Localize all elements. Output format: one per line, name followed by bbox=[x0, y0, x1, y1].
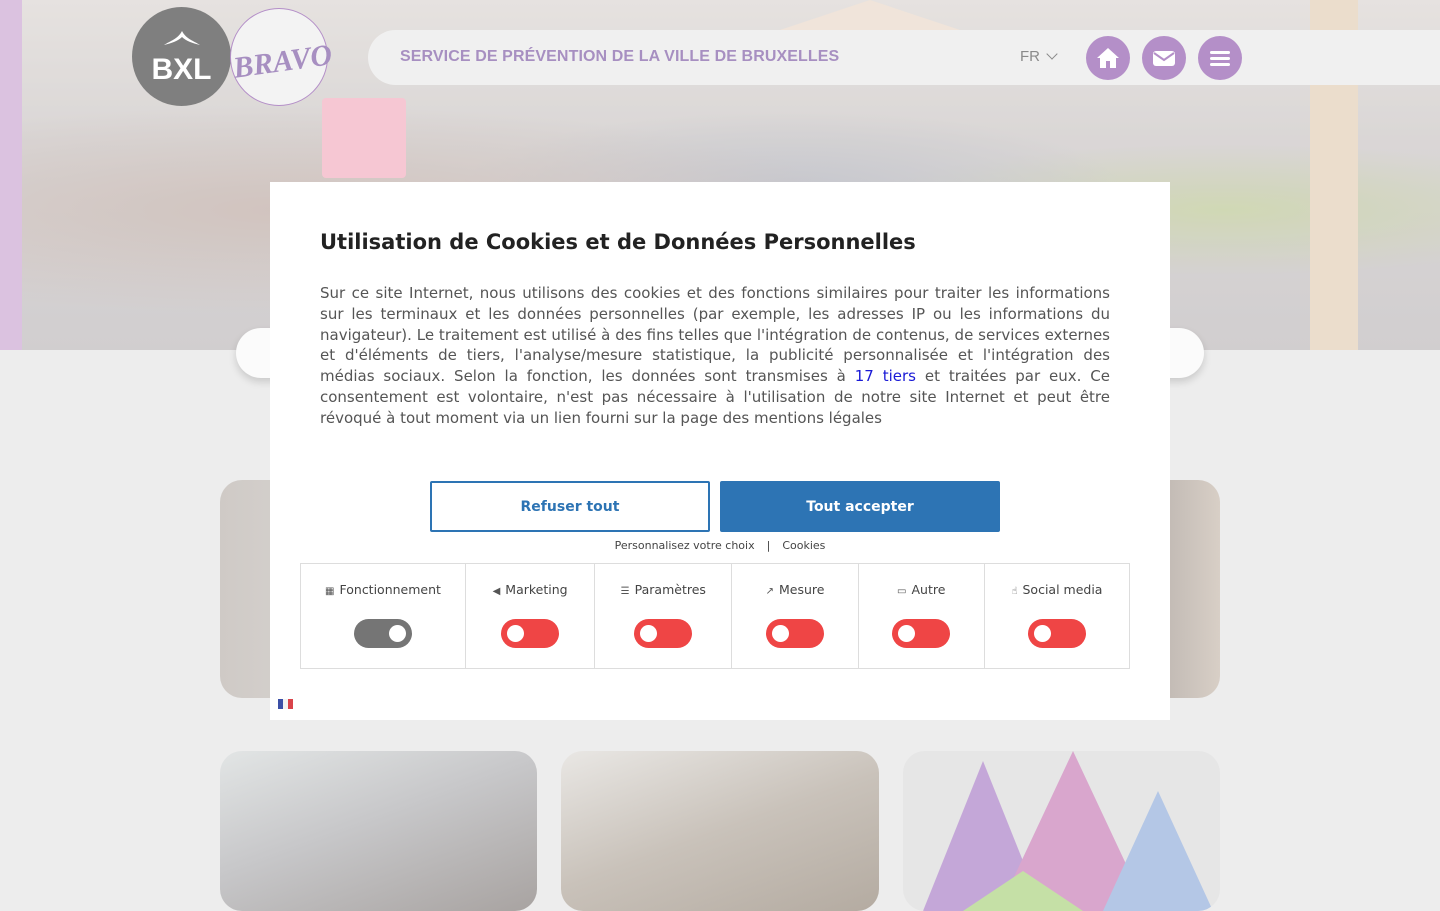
site-title: SERVICE DE PRÉVENTION DE LA VILLE DE BRU… bbox=[400, 48, 840, 65]
third-parties-link[interactable]: 17 tiers bbox=[855, 367, 916, 385]
card-shape bbox=[963, 871, 1083, 911]
modal-title: Utilisation de Cookies et de Données Per… bbox=[320, 230, 916, 254]
category-label: Marketing bbox=[505, 582, 568, 597]
toggle-knob bbox=[898, 625, 916, 642]
modal-links: Personnalisez votre choix | Cookies bbox=[270, 539, 1170, 552]
toggle-knob bbox=[1033, 625, 1051, 642]
cookies-link[interactable]: Cookies bbox=[782, 539, 825, 552]
toggle-fonctionnement[interactable] bbox=[354, 619, 412, 648]
cookie-consent-modal: Utilisation de Cookies et de Données Per… bbox=[270, 182, 1170, 720]
toggle-parametres[interactable] bbox=[634, 619, 693, 648]
category-label: Mesure bbox=[778, 582, 825, 597]
category-marketing: ◀ Marketing bbox=[466, 564, 596, 668]
toggle-autre[interactable] bbox=[892, 619, 951, 648]
bird-icon bbox=[164, 31, 200, 45]
category-social-media: ☝ Social media bbox=[985, 564, 1129, 668]
bravo-logo-text: BRAVO bbox=[231, 38, 335, 85]
modal-description: Sur ce site Internet, nous utilisons des… bbox=[320, 283, 1110, 429]
bravo-logo[interactable]: BRAVO bbox=[230, 8, 334, 106]
fr-flag-icon[interactable] bbox=[278, 699, 293, 709]
bxl-logo-text: BXL bbox=[151, 53, 212, 86]
category-parametres: ☰ Paramètres bbox=[595, 564, 733, 668]
toggle-mesure[interactable] bbox=[766, 619, 824, 648]
grid-icon: ▦ bbox=[325, 586, 335, 597]
thumbs-up-icon: ☝ bbox=[1011, 586, 1018, 597]
menu-button[interactable] bbox=[1198, 36, 1242, 80]
content-card[interactable] bbox=[220, 751, 537, 911]
home-button[interactable] bbox=[1086, 36, 1130, 80]
refuse-all-button[interactable]: Refuser tout bbox=[430, 481, 710, 532]
home-icon bbox=[1097, 48, 1119, 68]
chevron-down-icon bbox=[1046, 48, 1058, 60]
cookie-categories: ▦ Fonctionnement ◀ Marketing ☰ Paramètres ↗… bbox=[300, 563, 1130, 669]
toggle-knob bbox=[507, 625, 525, 642]
language-label: FR bbox=[1020, 48, 1040, 65]
toggle-knob bbox=[772, 625, 789, 642]
customize-link[interactable]: Personnalisez votre choix bbox=[615, 539, 755, 552]
card-shape bbox=[1103, 791, 1213, 911]
accept-all-button[interactable]: Tout accepter bbox=[720, 481, 1000, 532]
mail-button[interactable] bbox=[1142, 36, 1186, 80]
megaphone-icon: ◀ bbox=[492, 586, 501, 597]
content-card[interactable] bbox=[561, 751, 879, 911]
category-label: Paramètres bbox=[634, 582, 706, 597]
category-label: Autre bbox=[911, 582, 946, 597]
link-separator: | bbox=[766, 539, 771, 552]
category-fonctionnement: ▦ Fonctionnement bbox=[301, 564, 466, 668]
category-autre: ▭ Autre bbox=[859, 564, 985, 668]
bxl-logo[interactable]: BXL bbox=[132, 7, 231, 106]
category-label: Fonctionnement bbox=[339, 582, 441, 597]
toggle-social-media[interactable] bbox=[1027, 619, 1086, 648]
top-bar: SERVICE DE PRÉVENTION DE LA VILLE DE BRU… bbox=[368, 30, 1440, 85]
chart-icon: ↗ bbox=[765, 586, 774, 597]
chat-icon: ▭ bbox=[897, 586, 907, 597]
menu-icon bbox=[1210, 51, 1230, 66]
toggle-knob bbox=[389, 625, 406, 642]
sliders-icon: ☰ bbox=[620, 586, 630, 597]
category-label: Social media bbox=[1022, 582, 1103, 597]
category-mesure: ↗ Mesure bbox=[732, 564, 859, 668]
toggle-knob bbox=[640, 625, 658, 642]
mail-icon bbox=[1153, 51, 1175, 66]
toggle-marketing[interactable] bbox=[501, 619, 560, 648]
content-card[interactable] bbox=[903, 751, 1220, 911]
language-selector[interactable]: FR bbox=[1020, 48, 1058, 65]
